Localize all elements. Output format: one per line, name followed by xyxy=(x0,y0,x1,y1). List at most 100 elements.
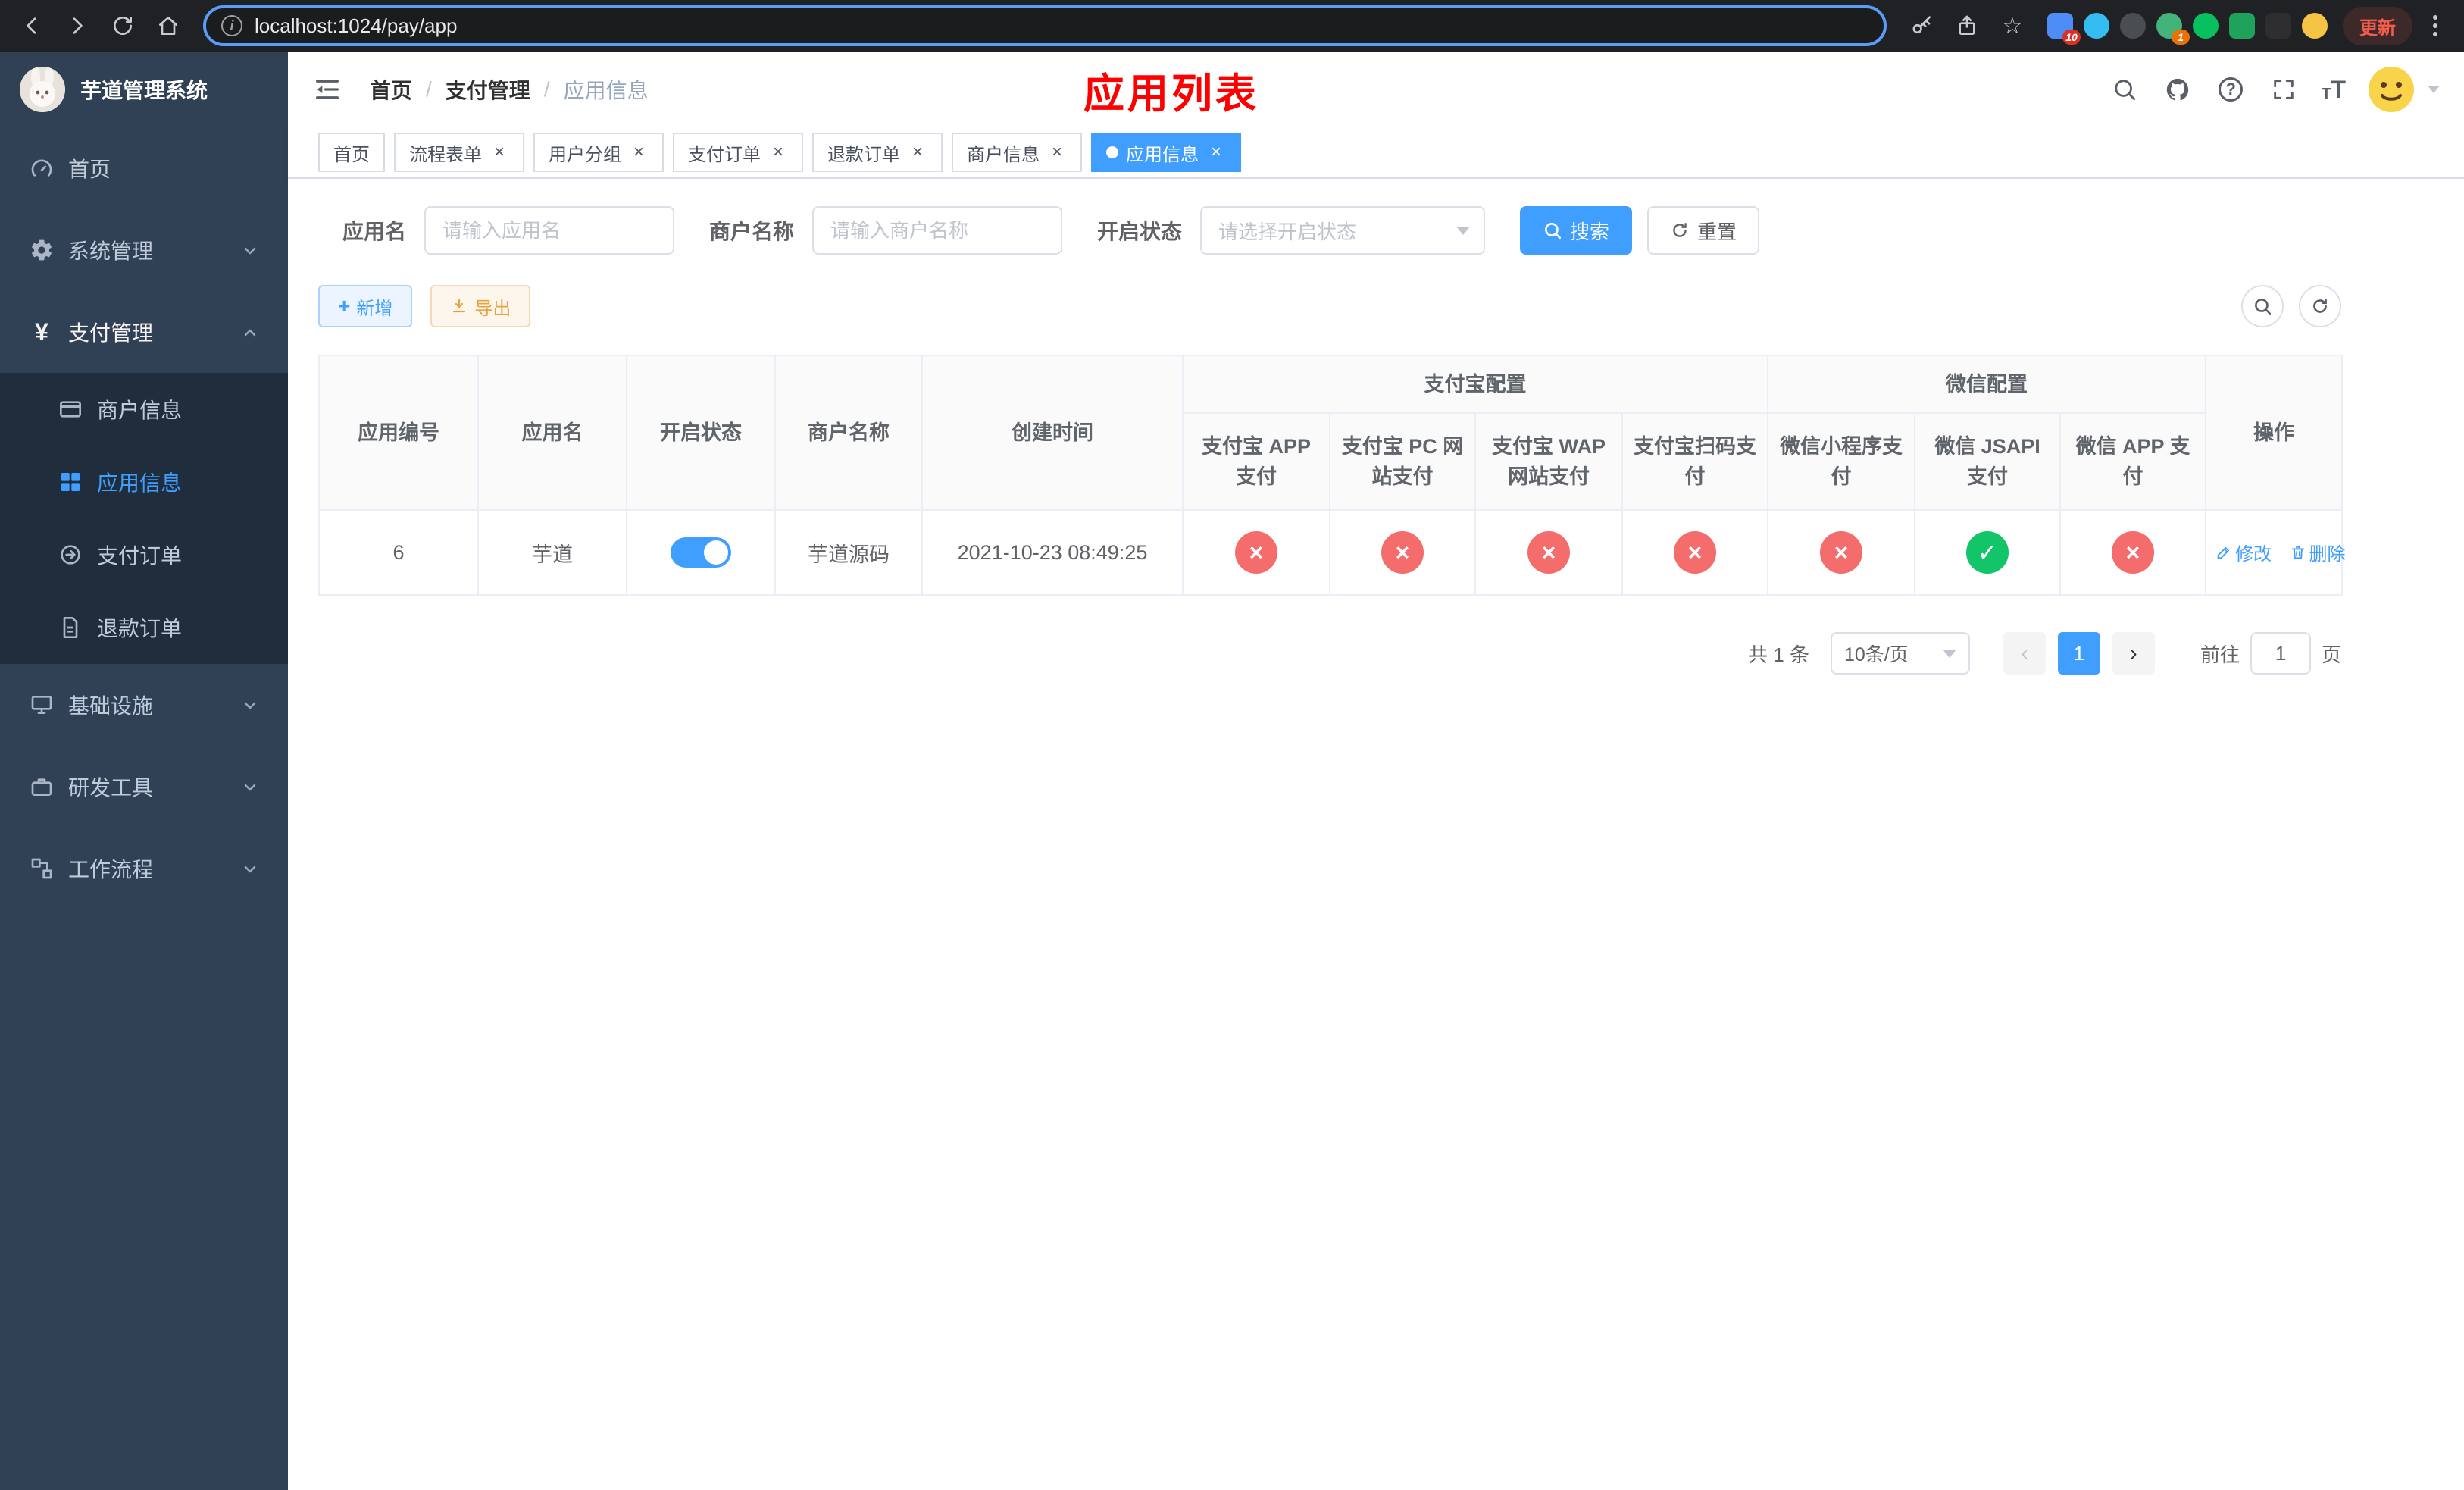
help-icon[interactable]: ? xyxy=(2215,74,2246,105)
app-logo[interactable]: 芋道管理系统 xyxy=(0,52,288,127)
tab-merchant-info[interactable]: 商户信息 × xyxy=(952,133,1082,172)
sidebar-toggle-icon[interactable] xyxy=(312,73,346,106)
sidebar-item-pay-order[interactable]: 支付订单 xyxy=(0,518,288,591)
col-wechat-lite: 微信小程序支付 xyxy=(1767,412,1915,511)
filter-form: 应用名 商户名称 开启状态 请选择开启状态 xyxy=(318,206,2341,255)
page-content: 应用名 商户名称 开启状态 请选择开启状态 xyxy=(288,179,2464,1490)
extension-icon[interactable] xyxy=(2229,13,2255,39)
sidebar-item-home[interactable]: 首页 xyxy=(0,127,288,209)
tabs-bar: 首页 流程表单 × 用户分组 × 支付订单 × 退款订单 × 商户信息 × 应用信息 × xyxy=(288,127,2464,179)
browser-menu-icon[interactable] xyxy=(2419,15,2452,36)
yen-icon: ¥ xyxy=(35,318,48,346)
share-icon[interactable] xyxy=(1947,6,1987,45)
fullscreen-icon[interactable] xyxy=(2269,74,2299,105)
extension-icon[interactable] xyxy=(2302,13,2328,39)
page-size-select[interactable]: 10条/页 xyxy=(1830,632,1970,675)
site-info-icon[interactable]: i xyxy=(221,15,242,36)
extension-badge: 10 xyxy=(2062,30,2081,45)
reset-button[interactable]: 重置 xyxy=(1647,206,1760,255)
refresh-button[interactable] xyxy=(2299,285,2341,327)
tab-process-form[interactable]: 流程表单 × xyxy=(394,133,524,172)
search-button[interactable]: 搜索 xyxy=(1520,206,1633,255)
password-key-icon[interactable] xyxy=(1902,6,1941,45)
sidebar-item-payment[interactable]: ¥ 支付管理 xyxy=(0,291,288,373)
app-table: 应用编号 应用名 开启状态 商户名称 创建时间 支付宝配置 微信配置 操作 支付… xyxy=(318,355,2346,596)
sidebar-item-system[interactable]: 系统管理 xyxy=(0,209,288,291)
close-tab-icon[interactable]: × xyxy=(629,142,649,162)
browser-toolbar: i localhost:1024/pay/app ☆ 10 1 更新 xyxy=(0,0,2464,52)
forward-icon[interactable] xyxy=(58,6,97,45)
sidebar-item-infrastructure[interactable]: 基础设施 xyxy=(0,664,288,746)
status-select[interactable]: 请选择开启状态 xyxy=(1200,206,1486,255)
toggle-search-button[interactable] xyxy=(2241,285,2284,327)
sidebar-item-refund-order[interactable]: 退款订单 xyxy=(0,591,288,664)
logo-avatar xyxy=(20,67,65,112)
back-icon[interactable] xyxy=(12,6,52,45)
extension-icon[interactable] xyxy=(2193,13,2219,39)
prev-page-button[interactable]: ‹ xyxy=(2003,632,2046,675)
page-1-button[interactable]: 1 xyxy=(2057,632,2100,675)
sidebar-item-app-info[interactable]: 应用信息 xyxy=(0,446,288,518)
status-toggle[interactable] xyxy=(671,537,731,568)
wechat-jsapi-status-icon[interactable]: ✓ xyxy=(1966,531,2009,574)
col-status: 开启状态 xyxy=(626,355,776,511)
merchant-name-label: 商户名称 xyxy=(709,220,795,243)
sidebar-item-workflow[interactable]: 工作流程 xyxy=(0,828,288,909)
close-tab-icon[interactable]: × xyxy=(1206,142,1226,162)
address-bar[interactable]: i localhost:1024/pay/app xyxy=(203,5,1887,46)
goto-input[interactable] xyxy=(2250,632,2311,675)
plus-icon: + xyxy=(338,294,351,318)
wechat-app-status-icon[interactable]: × xyxy=(2112,531,2155,574)
github-icon[interactable] xyxy=(2162,74,2193,105)
browser-update-button[interactable]: 更新 xyxy=(2343,6,2412,45)
reload-icon[interactable] xyxy=(103,6,142,45)
cell-status xyxy=(626,509,776,596)
download-icon xyxy=(453,299,466,313)
delete-link[interactable]: 删除 xyxy=(2290,539,2346,565)
close-tab-icon[interactable]: × xyxy=(908,142,927,162)
extension-icon[interactable] xyxy=(2120,13,2146,39)
extension-icon[interactable] xyxy=(2265,13,2291,39)
user-avatar[interactable] xyxy=(2369,67,2414,112)
close-tab-icon[interactable]: × xyxy=(489,142,509,162)
close-tab-icon[interactable]: × xyxy=(1047,142,1067,162)
export-button[interactable]: 导出 xyxy=(430,285,531,327)
alipay-app-status-icon[interactable]: × xyxy=(1235,531,1277,574)
tab-user-group[interactable]: 用户分组 × xyxy=(533,133,664,172)
extension-icon[interactable]: 1 xyxy=(2156,13,2190,45)
tab-pay-order[interactable]: 支付订单 × xyxy=(673,133,803,172)
breadcrumb-payment[interactable]: 支付管理 xyxy=(446,74,530,105)
chevron-down-icon xyxy=(1942,649,1956,658)
next-page-button[interactable]: › xyxy=(2112,632,2155,675)
breadcrumb-home[interactable]: 首页 xyxy=(370,74,412,105)
alipay-pc-status-icon[interactable]: × xyxy=(1381,531,1424,574)
tab-app-info[interactable]: 应用信息 × xyxy=(1091,133,1241,172)
edit-link[interactable]: 修改 xyxy=(2215,539,2272,565)
alipay-qr-status-icon[interactable]: × xyxy=(1674,531,1716,574)
gear-icon xyxy=(29,237,55,263)
chevron-down-icon xyxy=(241,778,259,796)
merchant-name-input[interactable] xyxy=(812,206,1063,255)
cell-app-name: 芋道 xyxy=(477,509,627,596)
alipay-wap-status-icon[interactable]: × xyxy=(1527,531,1570,574)
home-icon[interactable] xyxy=(149,6,188,45)
extension-icon[interactable]: 10 xyxy=(2047,13,2081,45)
col-app-name: 应用名 xyxy=(477,355,627,511)
close-tab-icon[interactable]: × xyxy=(768,142,788,162)
search-icon[interactable] xyxy=(2109,74,2140,105)
app-name-input[interactable] xyxy=(424,206,675,255)
extension-icon[interactable] xyxy=(2084,13,2109,39)
bookmark-star-icon[interactable]: ☆ xyxy=(1993,6,2032,45)
font-size-icon[interactable]: TT xyxy=(2322,77,2346,102)
tab-home[interactable]: 首页 xyxy=(318,133,385,172)
chevron-down-icon xyxy=(241,696,259,714)
tab-refund-order[interactable]: 退款订单 × xyxy=(812,133,943,172)
col-actions: 操作 xyxy=(2205,355,2344,511)
user-menu-caret-icon[interactable] xyxy=(2428,86,2440,93)
add-button[interactable]: + 新增 xyxy=(318,285,413,327)
refund-doc-icon xyxy=(58,615,83,640)
infrastructure-icon xyxy=(29,692,55,718)
sidebar-item-merchant-info[interactable]: 商户信息 xyxy=(0,373,288,446)
sidebar-item-devtools[interactable]: 研发工具 xyxy=(0,746,288,828)
wechat-lite-status-icon[interactable]: × xyxy=(1820,531,1862,574)
